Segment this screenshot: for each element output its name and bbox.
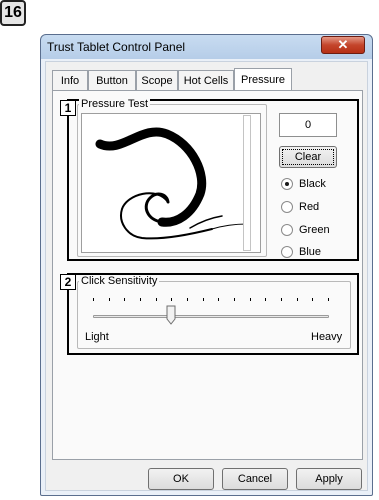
tab-pressure[interactable]: Pressure xyxy=(234,68,292,90)
color-radio-red[interactable]: Red xyxy=(281,201,319,213)
slider-tick xyxy=(140,298,141,301)
slider-tick xyxy=(265,298,266,301)
slider-tick xyxy=(156,298,157,301)
slider-ticks xyxy=(93,298,329,302)
click-sensitivity-label: Click Sensitivity xyxy=(79,275,160,287)
apply-button[interactable]: Apply xyxy=(296,468,362,490)
pressure-test-drawing-area[interactable] xyxy=(81,113,261,253)
sensitivity-slider-track[interactable] xyxy=(93,315,329,318)
slider-tick xyxy=(297,298,298,301)
callout-number-1: 1 xyxy=(60,100,76,116)
tab-label: Info xyxy=(60,74,80,87)
callout-number-2: 2 xyxy=(60,274,76,290)
tab-button[interactable]: Button xyxy=(88,70,136,90)
title-bar[interactable]: Trust Tablet Control Panel ✕ xyxy=(41,35,372,59)
slider-min-label: Light xyxy=(85,331,109,343)
tab-hot-cells[interactable]: Hot Cells xyxy=(178,70,234,90)
slider-tick xyxy=(93,298,94,301)
pressure-tab-panel: 1 Pressure Test 0 Clear Black Red Green … xyxy=(52,90,363,460)
slider-tick xyxy=(218,298,219,301)
slider-tick xyxy=(234,298,235,301)
radio-label: Blue xyxy=(299,246,322,258)
dialog-client-area: Info Button Scope Hot Cells Pressure 1 P… xyxy=(45,61,368,491)
radio-indicator[interactable] xyxy=(281,224,293,236)
slider-tick xyxy=(281,298,282,301)
tab-scope[interactable]: Scope xyxy=(136,70,178,90)
close-icon: ✕ xyxy=(337,37,349,52)
color-radio-black[interactable]: Black xyxy=(281,178,326,190)
radio-indicator[interactable] xyxy=(281,178,293,190)
step-number-badge: 16 xyxy=(0,0,26,26)
slider-tick xyxy=(171,298,172,301)
close-button[interactable]: ✕ xyxy=(321,36,365,54)
sensitivity-slider-thumb[interactable] xyxy=(166,305,176,325)
tab-label: Button xyxy=(96,74,128,87)
control-panel-window: Trust Tablet Control Panel ✕ Info Button… xyxy=(40,34,373,496)
pressure-bar xyxy=(243,115,251,251)
slider-max-label: Heavy xyxy=(311,331,343,343)
tab-info[interactable]: Info xyxy=(52,70,88,90)
radio-label: Green xyxy=(299,224,330,236)
slider-tick xyxy=(109,298,110,301)
tab-label: Hot Cells xyxy=(183,74,229,87)
slider-tick xyxy=(187,298,188,301)
slider-tick xyxy=(312,298,313,301)
radio-label: Black xyxy=(299,178,326,190)
color-radio-blue[interactable]: Blue xyxy=(281,246,321,258)
radio-indicator[interactable] xyxy=(281,201,293,213)
pressure-value-display: 0 xyxy=(279,113,337,137)
window-title: Trust Tablet Control Panel xyxy=(47,40,186,54)
slider-tick xyxy=(250,298,251,301)
clear-button[interactable]: Clear xyxy=(279,146,337,168)
radio-indicator[interactable] xyxy=(281,246,293,258)
radio-label: Red xyxy=(299,201,320,213)
slider-tick xyxy=(328,298,329,301)
tab-label: Pressure xyxy=(240,73,286,86)
cancel-button[interactable]: Cancel xyxy=(222,468,288,490)
slider-tick xyxy=(203,298,204,301)
color-radio-green[interactable]: Green xyxy=(281,224,330,236)
ok-button[interactable]: OK xyxy=(148,468,214,490)
slider-tick xyxy=(124,298,125,301)
pressure-strokes xyxy=(95,127,248,240)
tab-label: Scope xyxy=(141,74,173,87)
pressure-test-label: Pressure Test xyxy=(79,98,151,110)
